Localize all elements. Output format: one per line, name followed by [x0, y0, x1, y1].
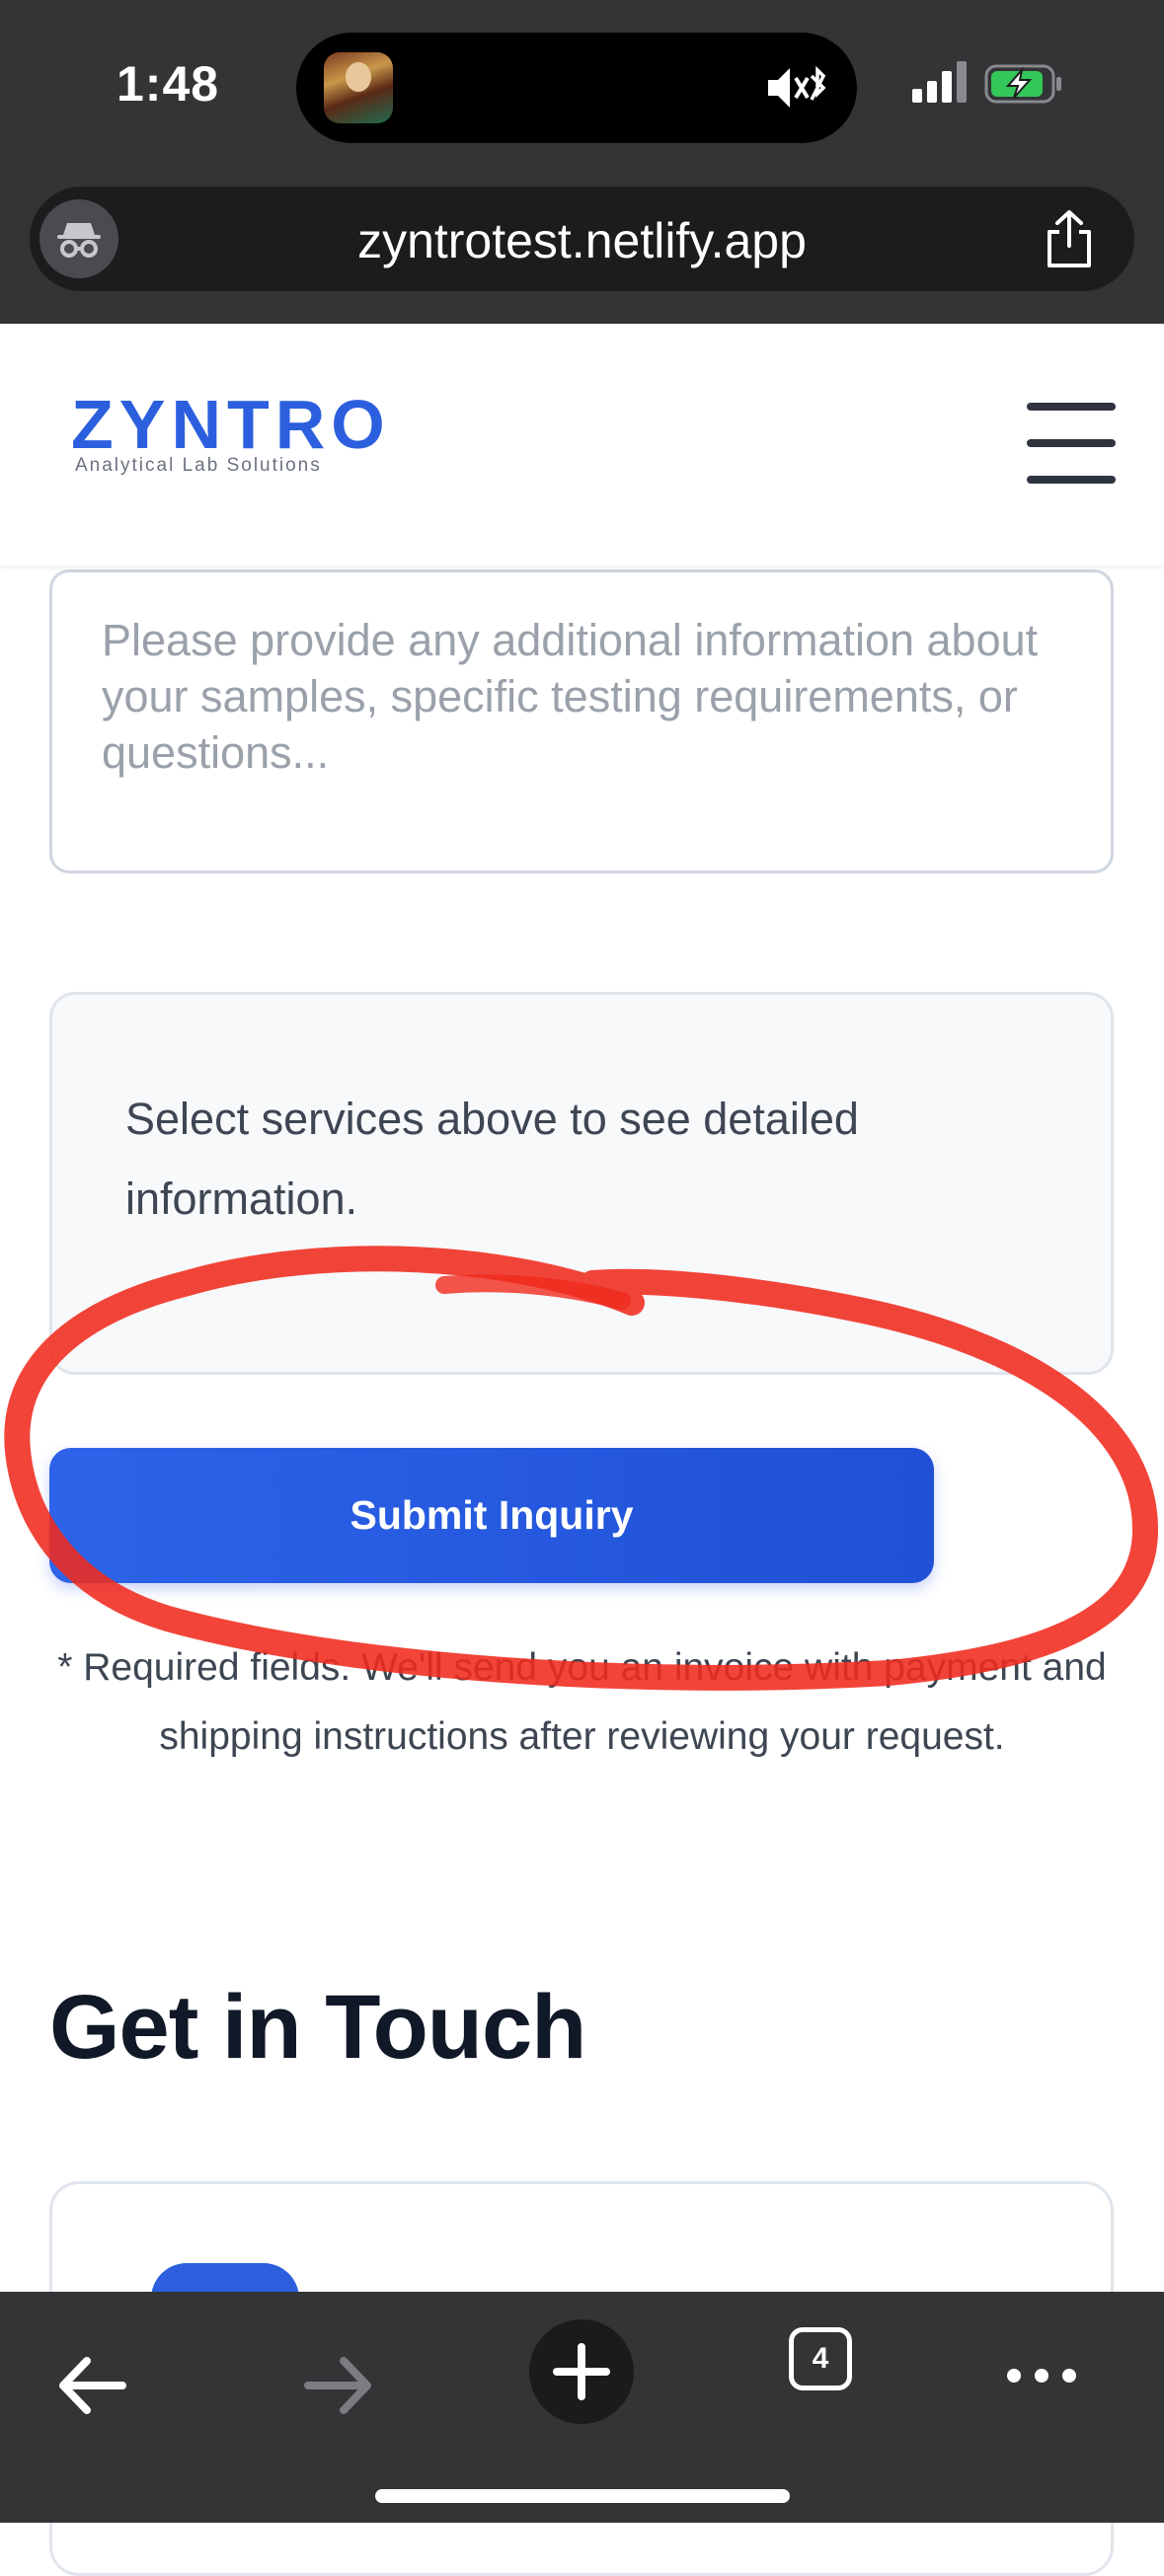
signal-icon [912, 61, 967, 103]
browser-address-area: zyntrotest.netlify.app [0, 173, 1164, 324]
site-tagline: Analytical Lab Solutions [75, 455, 322, 476]
status-time: 1:48 [116, 56, 220, 112]
hamburger-menu-icon[interactable] [1027, 403, 1116, 484]
new-tab-icon [553, 2343, 610, 2400]
required-fields-note: * Required fields. We'll send you an inv… [57, 1646, 1107, 1758]
home-indicator[interactable] [375, 2489, 790, 2503]
submit-inquiry-button[interactable]: Submit Inquiry [49, 1448, 934, 1583]
more-icon[interactable] [1002, 2361, 1081, 2390]
site-logo[interactable]: ZYNTRO [71, 385, 391, 464]
browser-toolbar: 4 [0, 2292, 1164, 2523]
services-info-text: Select services above to see detailed in… [125, 1094, 859, 1224]
services-info-panel: Select services above to see detailed in… [49, 992, 1114, 1375]
battery-icon [984, 64, 1061, 104]
address-bar[interactable]: zyntrotest.netlify.app [30, 187, 1134, 291]
url-text[interactable]: zyntrotest.netlify.app [30, 212, 1134, 269]
textarea-placeholder: Please provide any additional informatio… [102, 615, 1039, 778]
tabs-button[interactable]: 4 [785, 2323, 864, 2402]
tabs-count: 4 [789, 2327, 852, 2390]
status-bar: 1:48 [0, 0, 1164, 173]
now-playing-app-icon [324, 52, 393, 123]
share-icon[interactable] [1042, 208, 1097, 269]
new-tab-button[interactable] [529, 2319, 634, 2424]
back-icon[interactable] [39, 2331, 148, 2440]
dynamic-island [296, 33, 857, 143]
get-in-touch-heading: Get in Touch [49, 1977, 586, 2078]
mute-bluetooth-icon [768, 65, 826, 108]
additional-info-textarea[interactable]: Please provide any additional informatio… [49, 569, 1114, 873]
site-header: ZYNTRO Analytical Lab Solutions [0, 324, 1164, 566]
forward-icon[interactable] [282, 2331, 391, 2440]
